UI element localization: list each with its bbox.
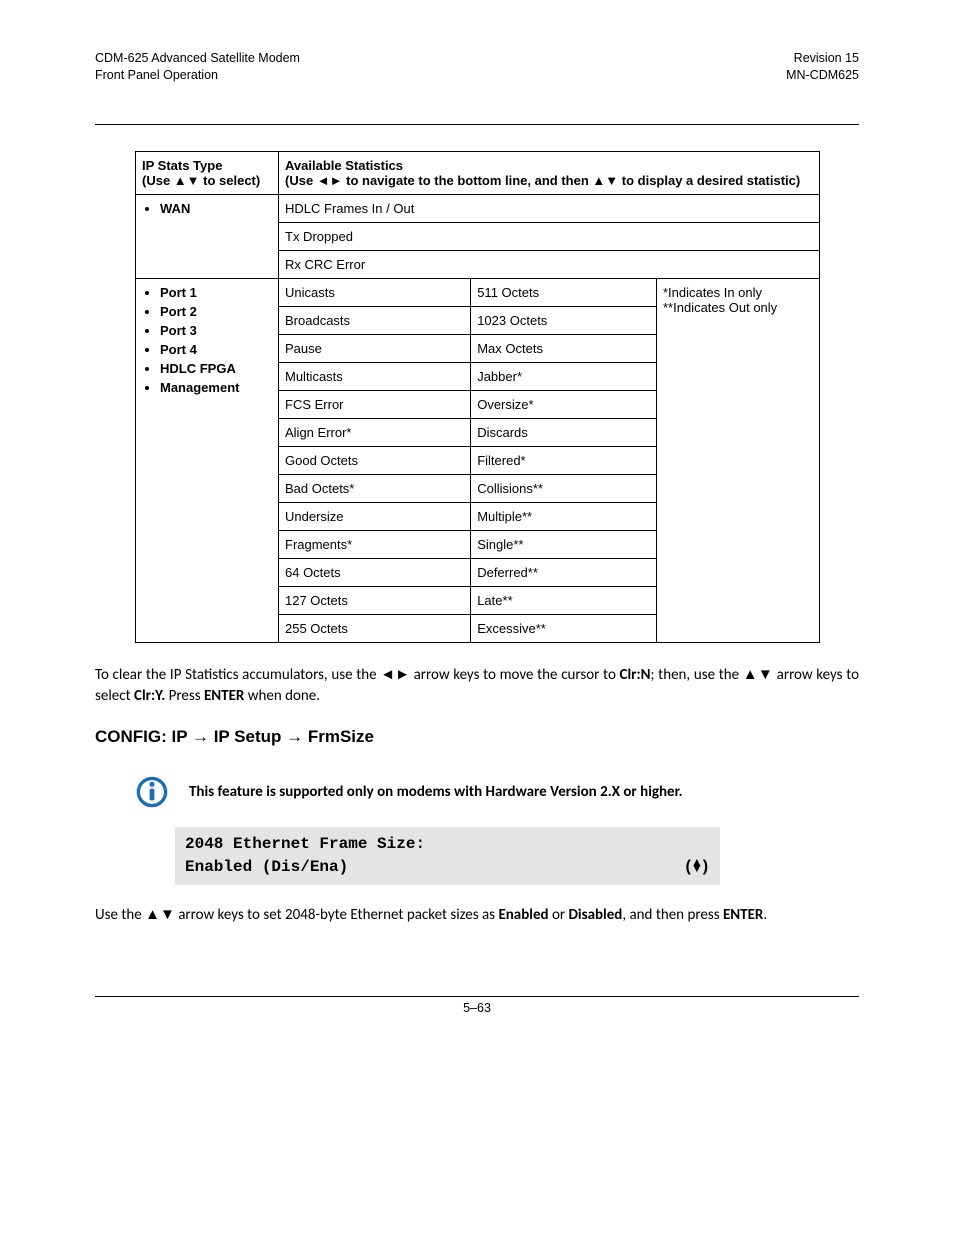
- table-cell: Collisions**: [471, 474, 657, 502]
- lcd-line-1: 2048 Ethernet Frame Size:: [185, 833, 710, 856]
- table-cell: Excessive**: [471, 614, 657, 642]
- table-cell: Oversize*: [471, 390, 657, 418]
- paragraph-frmsize: Use the ▲▼ arrow keys to set 2048-byte E…: [95, 905, 859, 926]
- table-cell: Jabber*: [471, 362, 657, 390]
- table-cell: Deferred**: [471, 558, 657, 586]
- table-cell: Fragments*: [279, 530, 471, 558]
- table-cell: 511 Octets: [471, 278, 657, 306]
- table-cell: Filtered*: [471, 446, 657, 474]
- table-cell: Tx Dropped: [279, 222, 820, 250]
- updown-icon: ▲▼: [693, 861, 700, 872]
- table-cell: Align Error*: [279, 418, 471, 446]
- page-header: CDM-625 Advanced Satellite Modem Front P…: [95, 50, 859, 84]
- stats-table: IP Stats Type (Use ▲▼ to select) Availab…: [135, 151, 820, 643]
- table-cell: Broadcasts: [279, 306, 471, 334]
- table-cell: Max Octets: [471, 334, 657, 362]
- header-right-1: Revision 15: [786, 50, 859, 67]
- table-cell: Undersize: [279, 502, 471, 530]
- table-cell: Rx CRC Error: [279, 250, 820, 278]
- cell-ports-type: Port 1 Port 2 Port 3 Port 4 HDLC FPGA Ma…: [136, 278, 279, 642]
- note-text: This feature is supported only on modems…: [189, 783, 683, 801]
- th-stats: Available Statistics (Use ◄► to navigate…: [279, 151, 820, 194]
- lcd-line-2-right: (▲▼): [684, 856, 710, 879]
- table-cell: Pause: [279, 334, 471, 362]
- table-cell: Good Octets: [279, 446, 471, 474]
- table-cell: Discards: [471, 418, 657, 446]
- note-block: This feature is supported only on modems…: [135, 775, 859, 809]
- table-cell: 127 Octets: [279, 586, 471, 614]
- table-cell: HDLC Frames In / Out: [279, 194, 820, 222]
- lcd-display: 2048 Ethernet Frame Size: Enabled (Dis/E…: [175, 827, 720, 885]
- page-footer: 5–63: [95, 996, 859, 1015]
- table-cell: Multicasts: [279, 362, 471, 390]
- table-cell: FCS Error: [279, 390, 471, 418]
- paragraph-clear-stats: To clear the IP Statistics accumulators,…: [95, 665, 859, 707]
- cell-wan-type: WAN: [136, 194, 279, 278]
- lcd-line-2-left: Enabled (Dis/Ena): [185, 856, 348, 879]
- th-type: IP Stats Type (Use ▲▼ to select): [136, 151, 279, 194]
- table-cell: Unicasts: [279, 278, 471, 306]
- table-cell: Multiple**: [471, 502, 657, 530]
- table-cell: 64 Octets: [279, 558, 471, 586]
- page-number: 5–63: [95, 1001, 859, 1015]
- table-cell: Bad Octets*: [279, 474, 471, 502]
- section-heading: CONFIG: IP → IP Setup → FrmSize: [95, 727, 859, 747]
- table-cell: 255 Octets: [279, 614, 471, 642]
- header-right-2: MN-CDM625: [786, 67, 859, 84]
- cell-note: *Indicates In only **Indicates Out only: [657, 278, 820, 642]
- header-left-1: CDM-625 Advanced Satellite Modem: [95, 50, 300, 67]
- header-left-2: Front Panel Operation: [95, 67, 300, 84]
- table-cell: Late**: [471, 586, 657, 614]
- table-cell: 1023 Octets: [471, 306, 657, 334]
- info-icon: [135, 775, 169, 809]
- table-cell: Single**: [471, 530, 657, 558]
